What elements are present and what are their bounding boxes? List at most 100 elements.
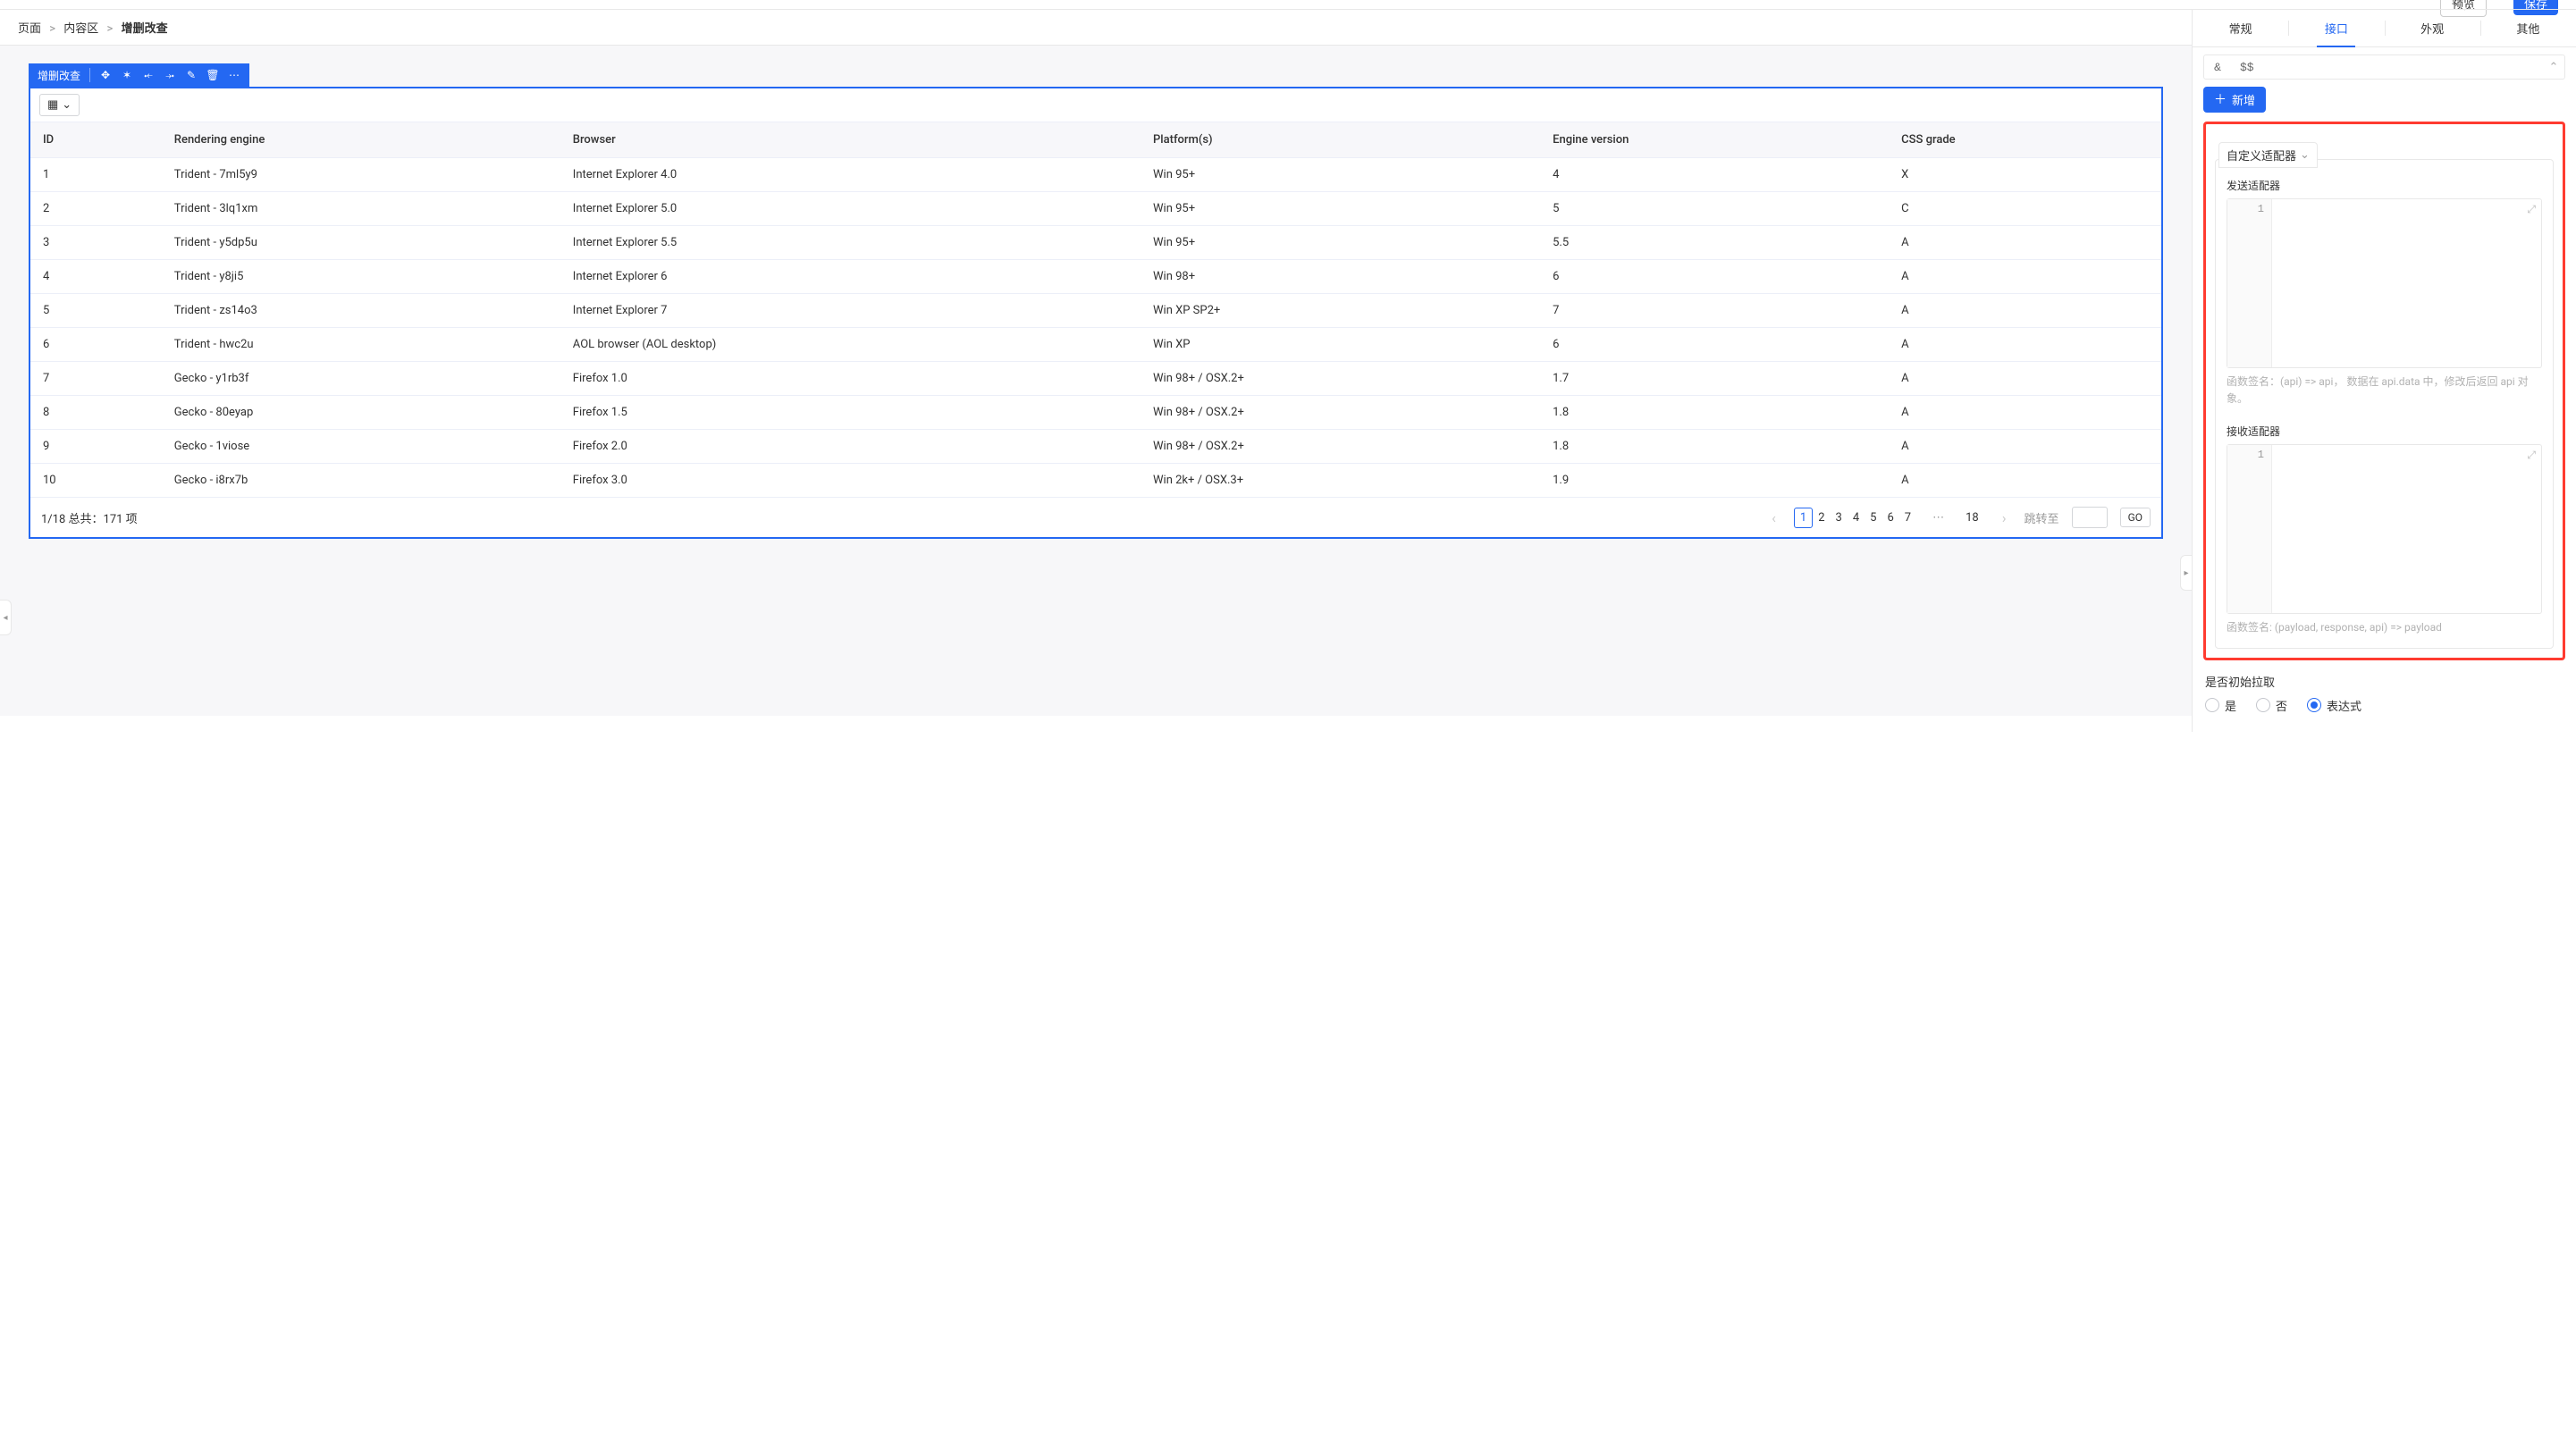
left-panel-collapse-handle[interactable]: ◂ [0,600,12,635]
table-cell: Trident - y5dp5u [162,226,560,260]
page-number[interactable]: 7 [1899,508,1916,527]
expand-icon[interactable]: ⤢ [2527,203,2536,216]
wrench-icon[interactable]: ✎ [185,69,198,81]
custom-adapter-header[interactable]: 自定义适配器 ⌄ [2218,142,2318,168]
page-number[interactable]: 3 [1831,508,1848,527]
table-row[interactable]: 9Gecko - 1vioseFirefox 2.0Win 98+ / OSX.… [30,430,2161,464]
table-header[interactable]: Engine version [1540,122,1889,158]
page-number[interactable]: 2 [1813,508,1830,527]
add-button[interactable]: ＋ 新增 [2203,87,2266,113]
table-cell: A [1889,328,2161,362]
page-ellipsis: ⋯ [1929,511,1948,525]
code-gutter: 1 [2227,445,2272,613]
code-area[interactable] [2272,445,2541,613]
chevron-up-icon[interactable]: ⌃ [2543,61,2564,74]
table-cell: A [1889,396,2161,430]
table-header[interactable]: CSS grade [1889,122,2161,158]
table-row[interactable]: 8Gecko - 80eyapFirefox 1.5Win 98+ / OSX.… [30,396,2161,430]
table-cell: Trident - 3lq1xm [162,192,560,226]
table-cell: 7 [30,362,162,396]
table-cell: A [1889,362,2161,396]
tab-api[interactable]: 接口 [2288,10,2384,46]
table-cell: 1.8 [1540,396,1889,430]
data-table: IDRendering engineBrowserPlatform(s)Engi… [30,122,2161,498]
table-cell: 6 [30,328,162,362]
table-cell: 2 [30,192,162,226]
breadcrumb-item[interactable]: 页面 [18,22,41,36]
table-row[interactable]: 7Gecko - y1rb3fFirefox 1.0Win 98+ / OSX.… [30,362,2161,396]
table-row[interactable]: 5Trident - zs14o3Internet Explorer 7Win … [30,294,2161,328]
table-cell: Firefox 1.5 [560,396,1141,430]
table-cell: Win XP SP2+ [1141,294,1540,328]
page-number-last[interactable]: 18 [1960,508,1984,527]
page-summary: 1/18 总共：171 项 [41,509,138,526]
arrow-left-icon[interactable]: ⤝ [142,69,155,82]
select-parent-icon[interactable]: ✶ [121,69,133,81]
go-button[interactable]: GO [2120,508,2151,527]
table-cell: Internet Explorer 7 [560,294,1141,328]
table-cell: 4 [1540,158,1889,192]
table-cell: Win 95+ [1141,192,1540,226]
breadcrumb-item[interactable]: 内容区 [63,22,98,36]
table-header[interactable]: Rendering engine [162,122,560,158]
table-cell: 4 [30,260,162,294]
expand-icon[interactable]: ⤢ [2527,449,2536,462]
grid-icon: ▦ [47,98,58,112]
table-row[interactable]: 1Trident - 7ml5y9Internet Explorer 4.0Wi… [30,158,2161,192]
table-row[interactable]: 10Gecko - i8rx7bFirefox 3.0Win 2k+ / OSX… [30,464,2161,498]
table-cell: X [1889,158,2161,192]
expression-row[interactable]: & $$ ⌃ [2203,55,2565,80]
page-number[interactable]: 4 [1848,508,1865,527]
delete-icon[interactable]: 🗑 [206,69,219,81]
layout-switch-button[interactable]: ▦ ⌄ [39,94,80,116]
table-cell: A [1889,294,2161,328]
tab-general[interactable]: 常规 [2193,10,2288,46]
table-row[interactable]: 3Trident - y5dp5uInternet Explorer 5.5Wi… [30,226,2161,260]
pagination-bar: 1/18 总共：171 项 ‹ 1234567 ⋯ 18 › 跳转至 GO [30,498,2161,537]
tab-other[interactable]: 其他 [2480,10,2576,46]
recv-adapter-editor[interactable]: 1 ⤢ [2227,444,2542,614]
table-cell: 9 [30,430,162,464]
table-row[interactable]: 6Trident - hwc2uAOL browser (AOL desktop… [30,328,2161,362]
radio-label: 表达式 [2327,697,2361,714]
code-area[interactable] [2272,199,2541,367]
next-page-icon[interactable]: › [1997,509,2012,526]
table-cell: 1.8 [1540,430,1889,464]
arrow-right-icon[interactable]: ⤞ [164,69,176,82]
radio-icon [2307,698,2321,712]
send-adapter-editor[interactable]: 1 ⤢ [2227,198,2542,368]
table-cell: 1 [30,158,162,192]
component-name: 增删改查 [38,68,80,83]
plus-icon: ＋ [2214,94,2227,106]
page-number[interactable]: 1 [1794,508,1813,528]
radio-option[interactable]: 表达式 [2307,697,2361,714]
table-cell: Win 98+ / OSX.2+ [1141,396,1540,430]
table-cell: Internet Explorer 4.0 [560,158,1141,192]
table-row[interactable]: 4Trident - y8ji5Internet Explorer 6Win 9… [30,260,2161,294]
tab-appearance[interactable]: 外观 [2385,10,2480,46]
crud-component[interactable]: ▦ ⌄ IDRendering engineBrowserPlatform(s)… [29,87,2163,539]
property-panel-tabs: 常规 接口 外观 其他 [2193,10,2576,47]
move-icon[interactable]: ✥ [99,69,112,81]
initial-fetch-radios: 是 否 表达式 [2203,697,2565,714]
table-cell: AOL browser (AOL desktop) [560,328,1141,362]
table-cell: Trident - hwc2u [162,328,560,362]
prev-page-icon[interactable]: ‹ [1766,509,1781,526]
table-cell: Gecko - y1rb3f [162,362,560,396]
right-panel-collapse-handle[interactable]: ▸ [2180,555,2193,591]
table-header[interactable]: Browser [560,122,1141,158]
radio-option[interactable]: 是 [2205,697,2236,714]
page-number[interactable]: 5 [1865,508,1881,527]
radio-icon [2256,698,2270,712]
table-row[interactable]: 2Trident - 3lq1xmInternet Explorer 5.0Wi… [30,192,2161,226]
radio-option[interactable]: 否 [2256,697,2287,714]
table-cell: Win 98+ [1141,260,1540,294]
more-icon[interactable]: ⋯ [228,69,240,81]
table-header[interactable]: Platform(s) [1141,122,1540,158]
breadcrumb: 页面 > 内容区 > 增删改查 [0,10,2192,46]
table-cell: Gecko - 1viose [162,430,560,464]
page-number[interactable]: 6 [1881,508,1898,527]
table-header[interactable]: ID [30,122,162,158]
jump-to-input[interactable] [2072,507,2108,528]
breadcrumb-sep: > [107,22,114,36]
